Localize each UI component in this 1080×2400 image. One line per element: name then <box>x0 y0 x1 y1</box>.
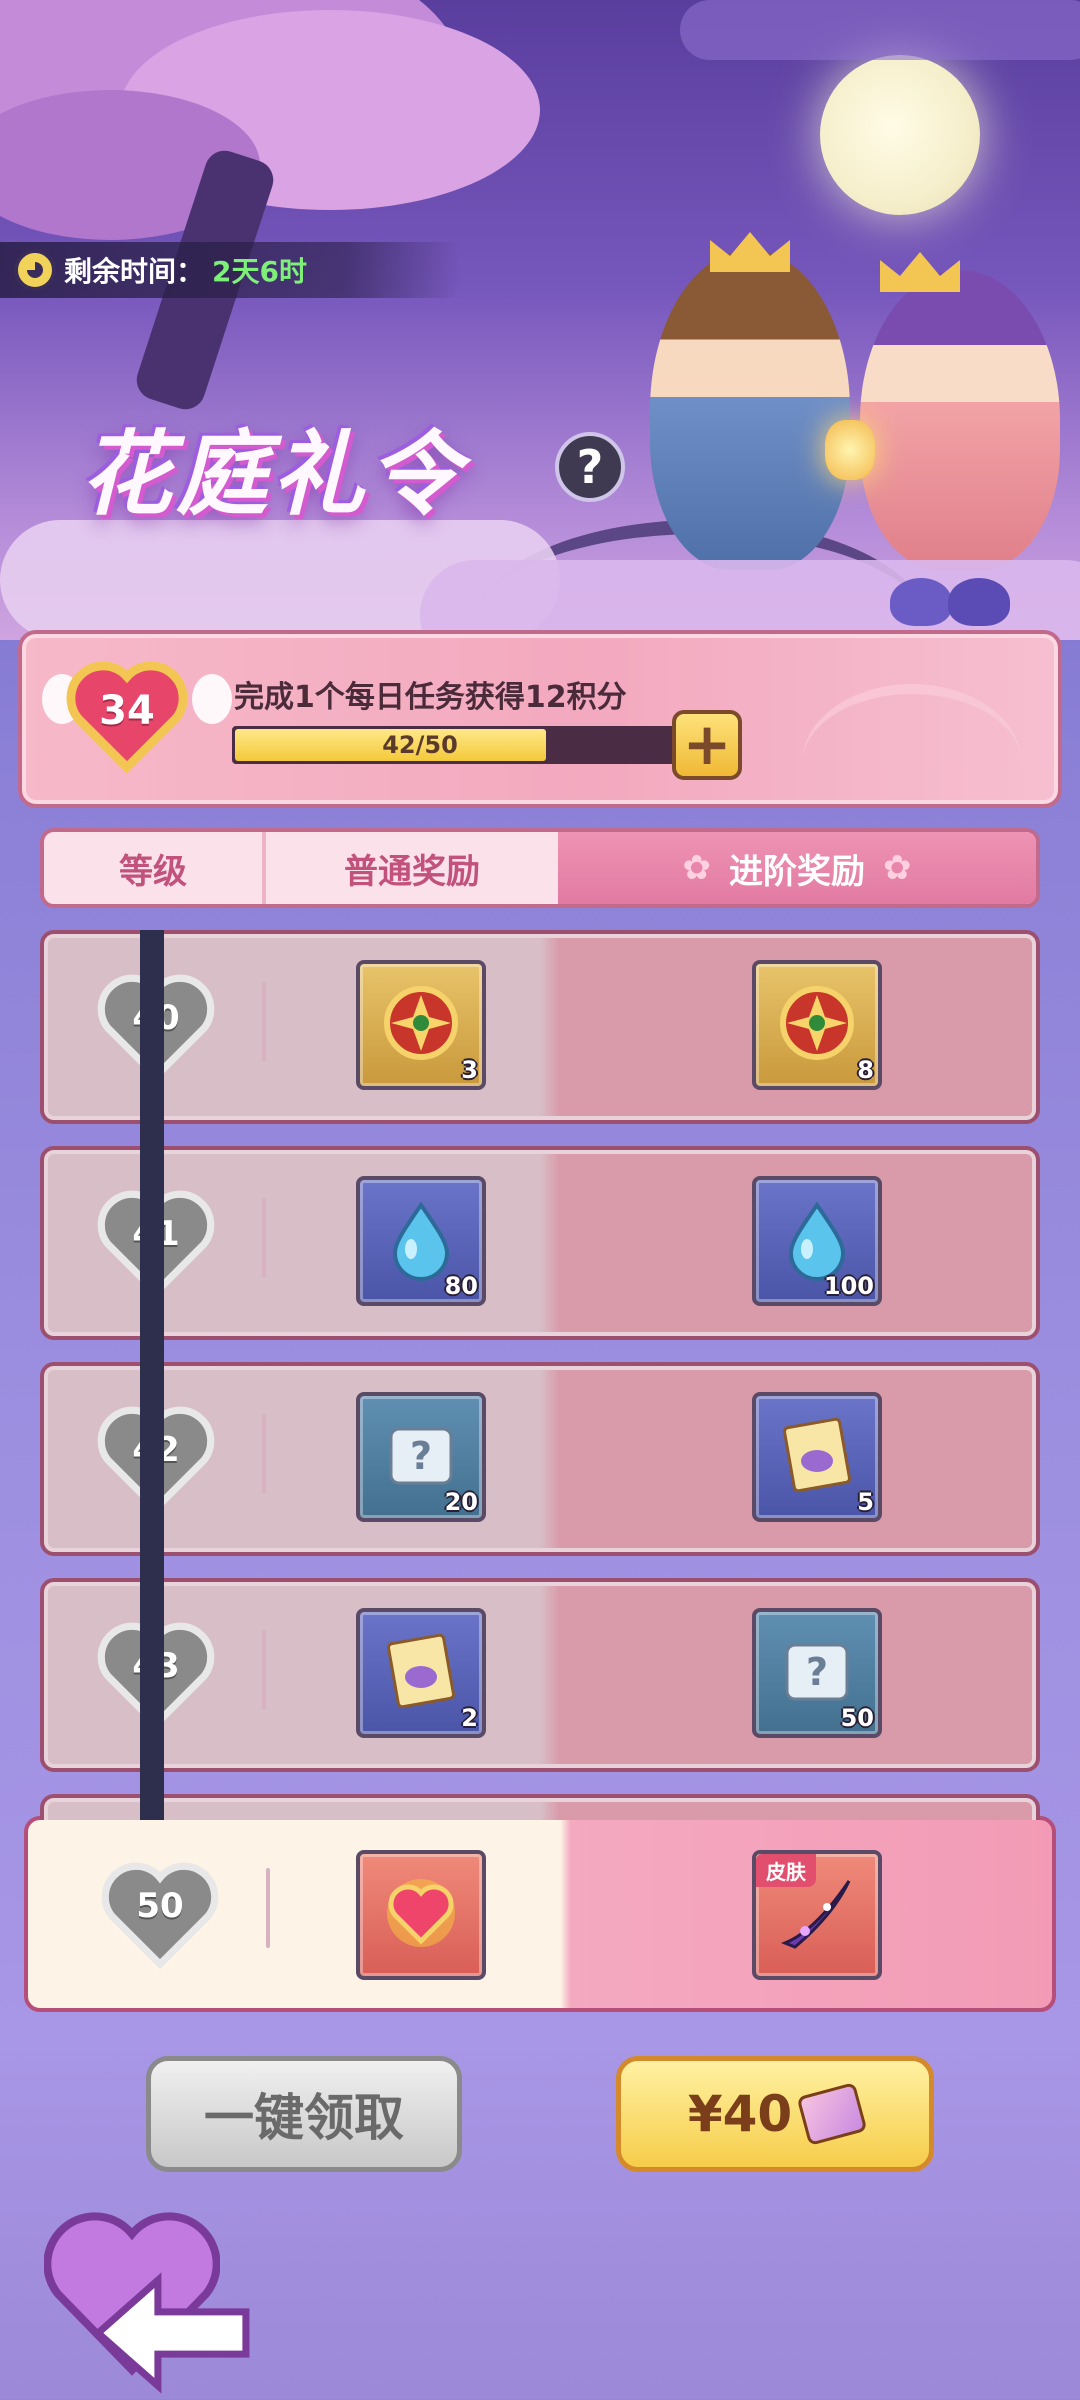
reward-row-42: 42 ? 20 5 <box>40 1362 1040 1556</box>
character-prince <box>650 250 850 570</box>
normal-reward-item[interactable]: 3 <box>356 960 486 1090</box>
column-divider <box>262 1198 266 1278</box>
column-divider <box>262 1414 266 1494</box>
column-divider <box>262 1630 266 1710</box>
skin-tag: 皮肤 <box>756 1854 816 1887</box>
current-level: 34 <box>99 688 155 734</box>
normal-reward-item[interactable]: 2 <box>356 1608 486 1738</box>
ticket-icon <box>796 2082 868 2146</box>
advanced-reward-item[interactable]: 皮肤 <box>752 1850 882 1980</box>
question-icon: ? <box>576 440 604 494</box>
normal-reward-item[interactable] <box>356 1850 486 1980</box>
reward-quantity: 5 <box>857 1488 874 1516</box>
ticket-scroll-icon <box>775 1413 859 1501</box>
reward-quantity: 2 <box>461 1704 478 1732</box>
back-button[interactable] <box>43 2210 250 2394</box>
bridge-decoration <box>802 684 1022 764</box>
level-number: 50 <box>136 1886 184 1926</box>
lantern-icon <box>825 420 875 480</box>
gold-badge-icon <box>379 981 463 1069</box>
remaining-time-label: 剩余时间： <box>64 255 205 288</box>
bird-icon <box>890 578 952 626</box>
flower-icon: ✿ <box>682 848 712 888</box>
reward-row-43: 43 2 ? 50 <box>40 1578 1040 1772</box>
bird-icon <box>948 578 1010 626</box>
reward-row-partial <box>40 1794 1040 1820</box>
header-level: 等级 <box>44 832 266 904</box>
flower-icon: ✿ <box>883 848 912 888</box>
reward-quantity: 8 <box>857 1056 874 1084</box>
reward-quantity: 80 <box>444 1272 478 1300</box>
reward-quantity: 20 <box>444 1488 478 1516</box>
remaining-time-value: 2天6时 <box>212 255 307 288</box>
reward-quantity: 100 <box>823 1272 874 1300</box>
buy-price: ¥40 <box>687 2085 793 2143</box>
reward-row-50: 50 皮肤 <box>24 1816 1056 2012</box>
reward-quantity: 50 <box>840 1704 874 1732</box>
task-description: 完成1个每日任务获得12积分 <box>234 680 627 715</box>
advanced-reward-item[interactable]: 5 <box>752 1392 882 1522</box>
remaining-time-bar: 剩余时间： 2天6时 <box>0 242 460 298</box>
reward-row-40: 40 3 8 <box>40 930 1040 1124</box>
crown-icon <box>880 252 960 292</box>
moon-decoration <box>820 55 980 215</box>
normal-reward-item[interactable]: 80 <box>356 1176 486 1306</box>
reward-quantity: 3 <box>461 1056 478 1084</box>
header-advanced-label: 进阶奖励 <box>729 851 865 892</box>
event-title: 花庭礼令 <box>80 421 465 528</box>
advanced-reward-item[interactable]: 100 <box>752 1176 882 1306</box>
event-banner <box>0 0 1080 640</box>
claim-all-button[interactable]: 一键领取 <box>146 2056 462 2172</box>
header-normal-reward: 普通奖励 <box>344 851 480 892</box>
birds-decoration <box>890 570 1020 630</box>
svg-text:?: ? <box>410 1434 432 1478</box>
wing-icon <box>192 674 232 724</box>
ticket-scroll-icon <box>379 1629 463 1717</box>
reward-row-41: 41 80 100 <box>40 1146 1040 1340</box>
reward-table-header: 等级 普通奖励 ✿ 进阶奖励 ✿ <box>40 828 1040 908</box>
progress-text: 42/50 <box>382 731 458 759</box>
level-track-line <box>140 930 164 1820</box>
gold-badge-icon <box>775 981 859 1069</box>
svg-text:?: ? <box>806 1650 828 1694</box>
normal-reward-item[interactable]: ? 20 <box>356 1392 486 1522</box>
back-arrow-icon <box>92 2272 250 2394</box>
advanced-reward-item[interactable]: ? 50 <box>752 1608 882 1738</box>
crown-icon <box>710 232 790 272</box>
clock-icon <box>14 249 56 291</box>
points-panel: 34 完成1个每日任务获得12积分 42/50 + <box>18 630 1062 808</box>
header-advanced-reward: ✿ 进阶奖励 ✿ <box>558 832 1036 904</box>
sky-cloud <box>680 0 1080 60</box>
column-divider <box>262 982 266 1062</box>
add-points-button[interactable]: + <box>672 710 742 780</box>
points-progress-bar: 42/50 <box>232 726 692 764</box>
help-button[interactable]: ? <box>555 432 625 502</box>
column-divider <box>266 1868 270 1948</box>
heart-gem-icon <box>379 1871 463 1959</box>
character-princess <box>860 270 1060 570</box>
advanced-reward-item[interactable]: 8 <box>752 960 882 1090</box>
reward-list[interactable]: 40 3 8 41 80 100 42 ? <box>40 930 1040 1820</box>
buy-advanced-button[interactable]: ¥40 <box>616 2056 934 2172</box>
